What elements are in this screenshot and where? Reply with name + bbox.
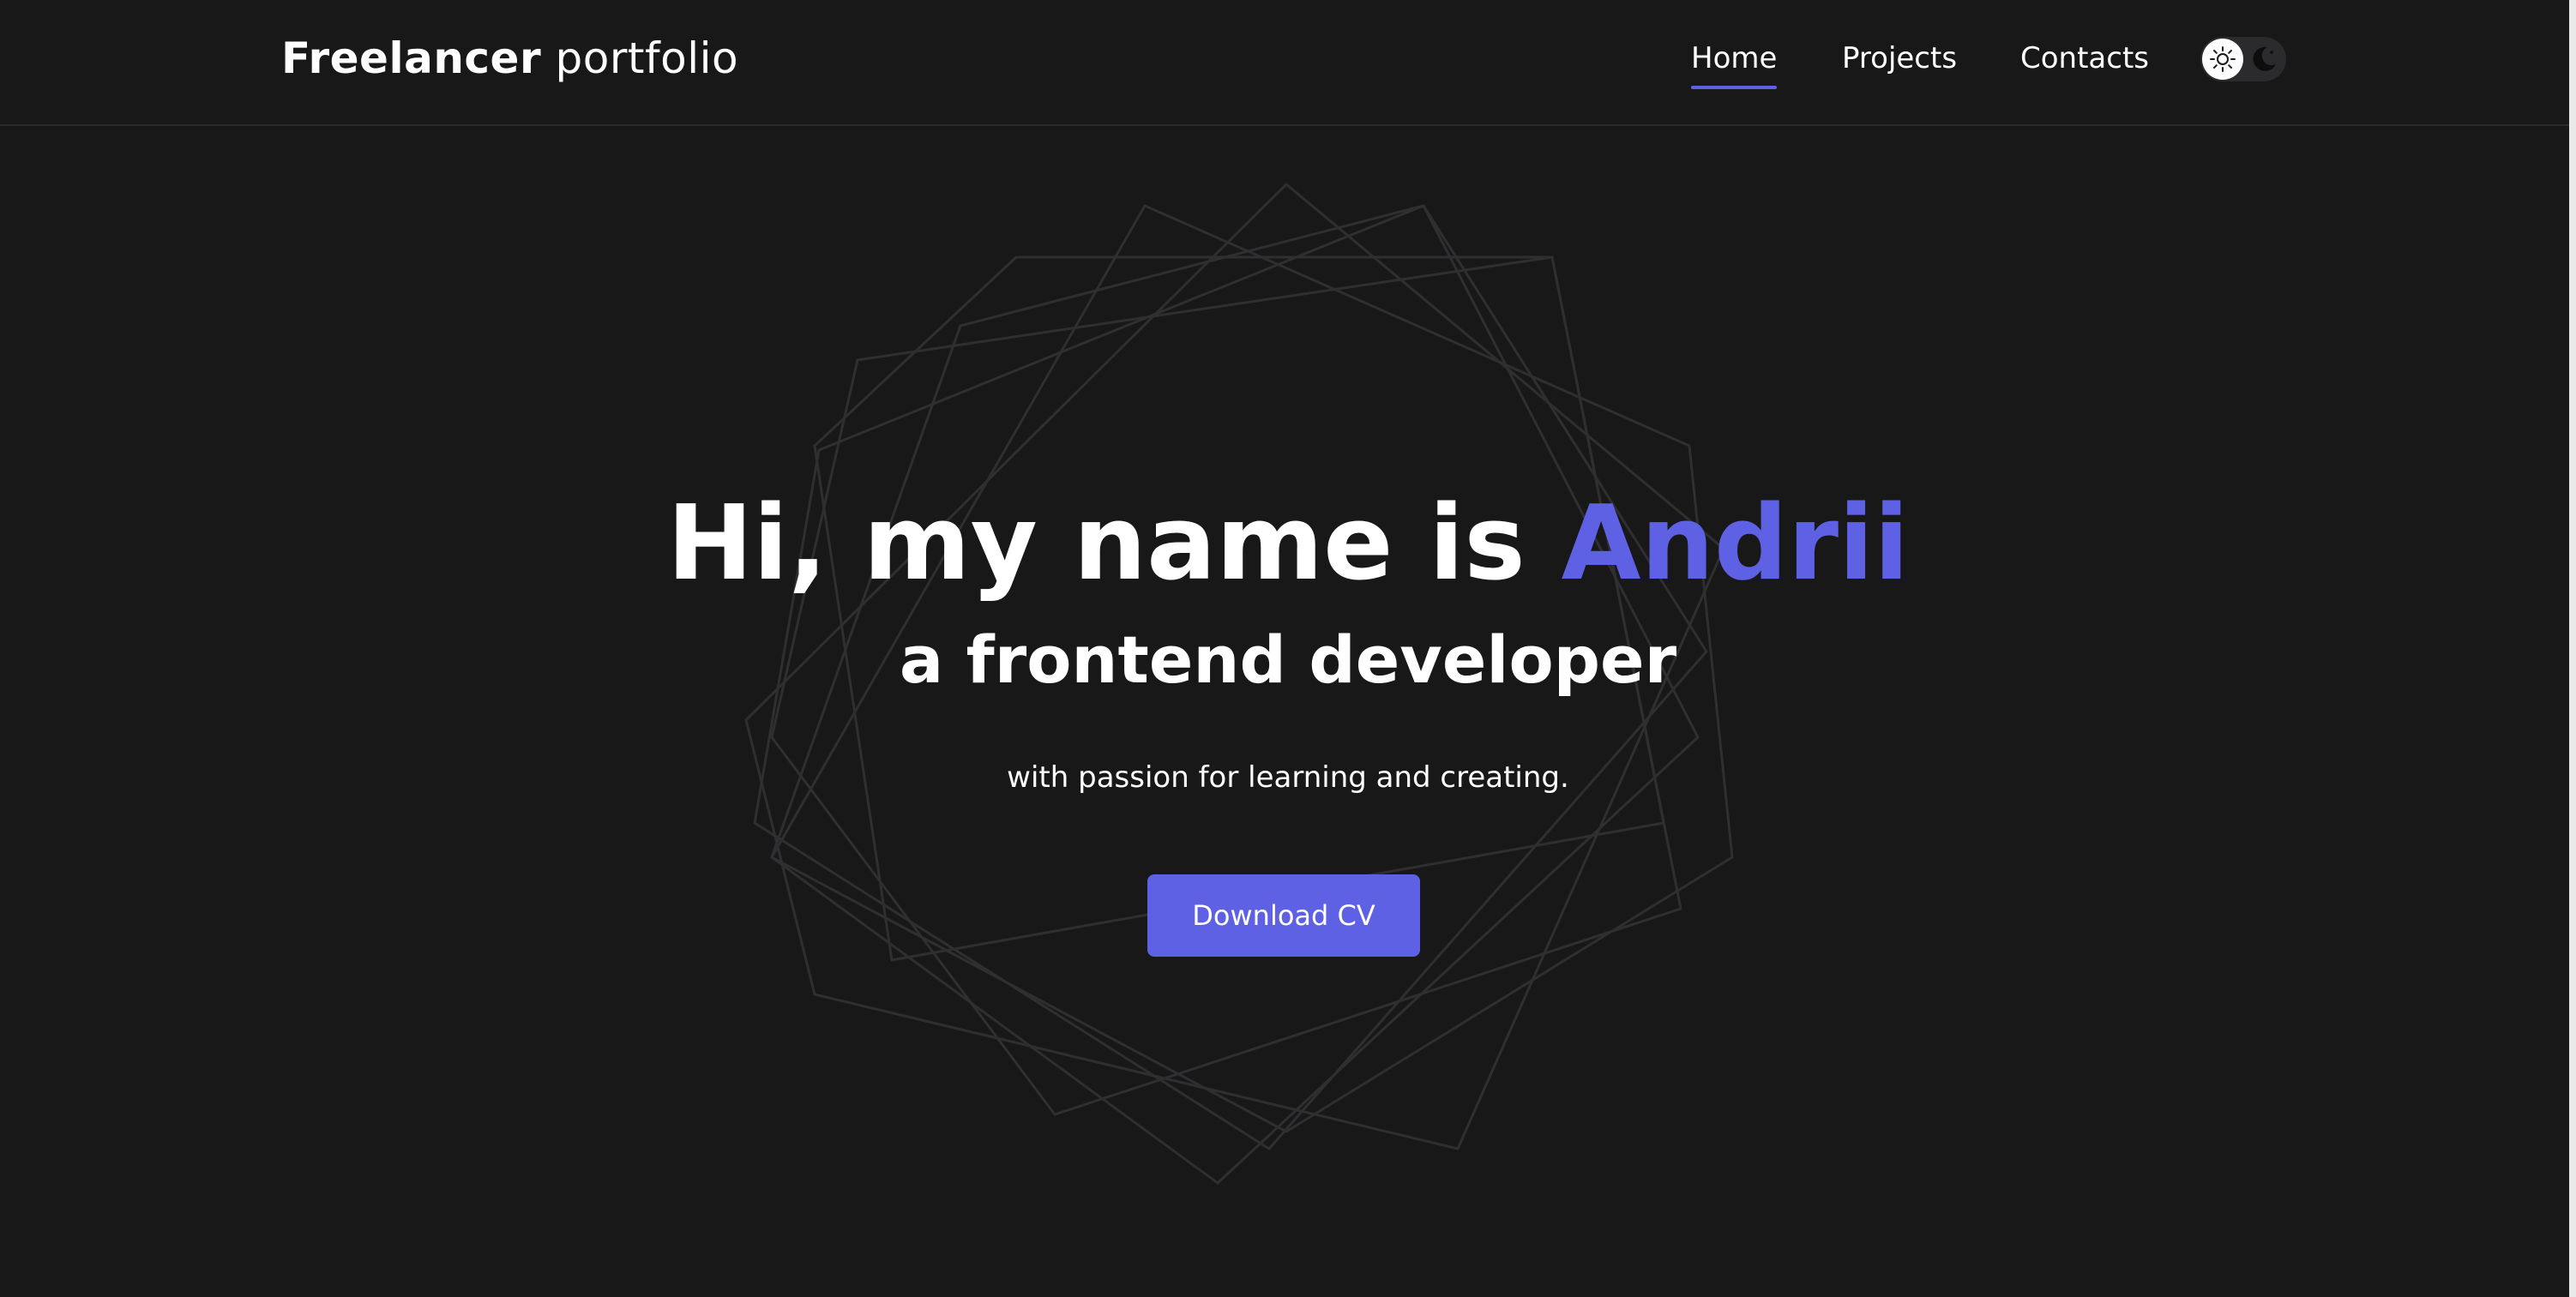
theme-toggle[interactable] [2200, 37, 2286, 81]
sun-icon [2210, 46, 2236, 72]
nav-projects-link[interactable]: Projects [1842, 34, 1957, 82]
site-logo[interactable]: Freelancer portfolio [281, 27, 738, 89]
window-right-edge [2569, 0, 2576, 1297]
logo-strong-text: Freelancer [281, 33, 542, 83]
decor-square [813, 255, 1665, 962]
nav-contacts-link[interactable]: Contacts [2020, 34, 2149, 82]
site-header: Freelancer portfolio Home Projects Conta… [0, 0, 2576, 126]
moon-icon [2253, 46, 2276, 71]
hero-tagline: with passion for learning and creating. [1007, 760, 1569, 795]
download-cv-button[interactable]: Download CV [1147, 874, 1420, 957]
hero-title: Hi, my name is Andrii [0, 480, 2576, 609]
hero-title-name: Andrii [1561, 484, 1910, 603]
theme-toggle-knob [2202, 39, 2243, 80]
hero-title-prefix: Hi, my name is [666, 484, 1526, 603]
portfolio-page: Freelancer portfolio Home Projects Conta… [0, 0, 2576, 1297]
hero-subtitle: a frontend developer [899, 621, 1677, 698]
nav-home-link[interactable]: Home [1691, 34, 1778, 89]
logo-light-text: portfolio [555, 33, 739, 83]
